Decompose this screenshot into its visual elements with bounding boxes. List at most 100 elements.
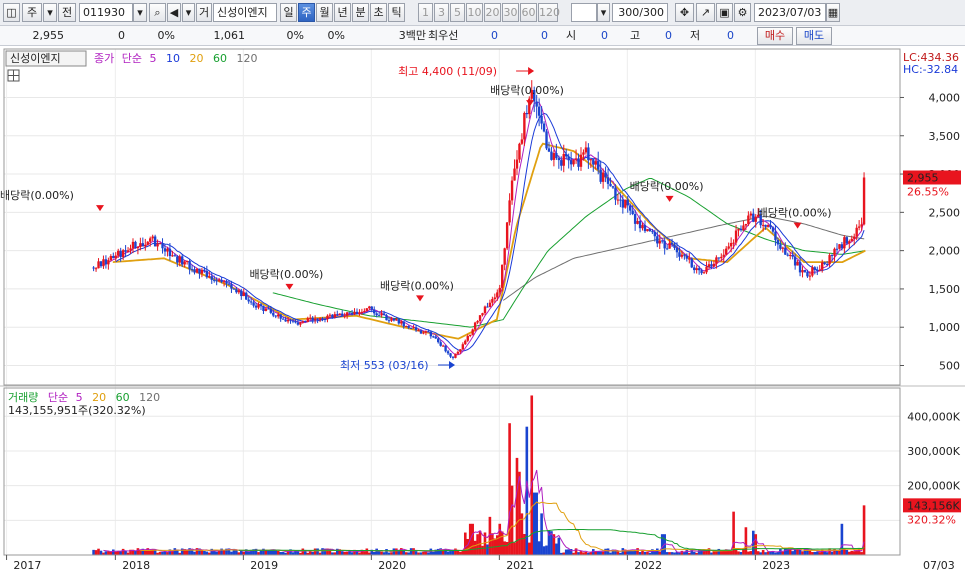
custom-interval-input[interactable] xyxy=(571,3,597,22)
buy-button[interactable]: 매수 xyxy=(757,27,793,45)
interval-dropdown-icon[interactable]: ▾ xyxy=(597,3,610,22)
candle-body xyxy=(653,231,657,237)
candle-body xyxy=(222,281,226,283)
candle-body xyxy=(609,183,612,187)
candle-body xyxy=(146,241,149,245)
volume-bar xyxy=(385,549,388,555)
candle-body xyxy=(424,331,428,333)
legend-ma10: 10 xyxy=(166,52,180,65)
candle-body xyxy=(252,302,255,306)
candle-body xyxy=(707,264,711,267)
type-button[interactable]: 거 xyxy=(196,3,212,22)
candle-body xyxy=(185,261,189,263)
candle-body xyxy=(181,256,184,265)
volume-bar xyxy=(636,548,639,555)
candle-body xyxy=(395,319,398,321)
interval-button-5[interactable]: 30 xyxy=(502,3,519,22)
candle-body xyxy=(301,321,305,323)
sell-button[interactable]: 매도 xyxy=(796,27,832,45)
prev-button[interactable]: 전 xyxy=(58,3,76,22)
cross-tool-icon[interactable]: ✥ xyxy=(675,3,694,22)
code-dropdown-icon[interactable]: ▾ xyxy=(133,3,147,22)
candle-body xyxy=(771,227,775,232)
stock-code-input[interactable]: 011930 xyxy=(79,3,133,22)
candle-body xyxy=(855,227,858,237)
volume-value-text: 143,155,951주(320.32%) xyxy=(8,404,146,417)
period-button-4[interactable]: 분 xyxy=(352,3,369,22)
candle-body xyxy=(577,158,580,167)
candle-body xyxy=(806,271,809,277)
candle-body xyxy=(540,115,543,124)
period-button-2[interactable]: 월 xyxy=(316,3,333,22)
speaker-dropdown-icon[interactable]: ▾ xyxy=(182,3,195,22)
search-icon[interactable]: ⌕ xyxy=(149,3,166,22)
ex-dividend-label: 배당락(0.00%) xyxy=(630,180,704,193)
market-select[interactable]: 주 xyxy=(22,3,42,22)
candle-body xyxy=(92,267,95,269)
interval-button-2[interactable]: 5 xyxy=(450,3,465,22)
period-button-1[interactable]: 주 xyxy=(298,3,315,22)
candle-body xyxy=(739,228,743,231)
candle-body xyxy=(469,334,472,336)
interval-button-7[interactable]: 120 xyxy=(538,3,560,22)
candle-body xyxy=(446,351,450,354)
x-tick-label: 07/03 xyxy=(923,559,955,572)
draw-tool-icon[interactable]: ↗ xyxy=(696,3,715,22)
period-button-5[interactable]: 초 xyxy=(370,3,387,22)
candle-body xyxy=(779,244,782,249)
period-button-3[interactable]: 년 xyxy=(334,3,351,22)
period-button-0[interactable]: 일 xyxy=(280,3,297,22)
interval-button-3[interactable]: 10 xyxy=(466,3,483,22)
period-button-6[interactable]: 틱 xyxy=(388,3,405,22)
volume-pct-1: 0% xyxy=(286,29,304,42)
candle-body xyxy=(547,148,551,152)
candle-body xyxy=(277,314,280,317)
candle-body xyxy=(505,222,509,249)
market-dropdown-icon[interactable]: ▾ xyxy=(43,3,57,22)
candle-body xyxy=(254,305,258,308)
legend-ma60: 60 xyxy=(213,52,227,65)
interval-button-6[interactable]: 60 xyxy=(520,3,537,22)
volume-bar xyxy=(99,550,103,555)
calendar-icon[interactable]: ▦ xyxy=(826,3,840,22)
volume-bar xyxy=(134,550,137,555)
candle-body xyxy=(97,261,100,269)
candle-body xyxy=(247,299,250,302)
chart-menu-icon[interactable]: ◫ xyxy=(3,3,20,22)
x-tick-label: 2022 xyxy=(634,559,662,572)
speaker-icon[interactable]: ◀ xyxy=(167,3,181,22)
stock-chart[interactable]: 최고 4,400 (11/09) 최저 553 (03/16) 배당락(0.00%)… xyxy=(0,47,965,576)
candle-body xyxy=(208,276,211,278)
candle-body xyxy=(306,318,309,323)
interval-button-0[interactable]: 1 xyxy=(418,3,433,22)
save-icon[interactable]: ▣ xyxy=(716,3,733,22)
candle-body xyxy=(232,288,236,290)
candle-body xyxy=(857,226,861,228)
volume-bar xyxy=(486,544,489,555)
candle-body xyxy=(323,319,327,321)
candle-body xyxy=(230,284,233,289)
volume-bar xyxy=(473,540,477,555)
low-annotation: 최저 553 (03/16) xyxy=(340,359,429,372)
candle-body xyxy=(432,336,435,338)
candle-body xyxy=(156,243,159,247)
best-label: 최우선 xyxy=(428,29,459,42)
date-input[interactable]: 2023/07/03 xyxy=(754,3,826,22)
candle-body xyxy=(493,297,497,300)
candle-body xyxy=(720,256,723,259)
current-price: 2,955 xyxy=(32,29,65,42)
interval-button-1[interactable]: 3 xyxy=(434,3,449,22)
high-label: 고 xyxy=(630,29,641,42)
volume-bar xyxy=(274,550,278,555)
candle-body xyxy=(567,156,570,161)
candle-body xyxy=(195,268,199,273)
gear-icon[interactable]: ⚙ xyxy=(734,3,751,22)
candle-body xyxy=(774,231,777,240)
volume-bar xyxy=(537,541,541,555)
candle-body xyxy=(670,242,674,245)
candle-body xyxy=(380,313,383,316)
interval-button-4[interactable]: 20 xyxy=(484,3,501,22)
candle-body xyxy=(188,261,191,270)
count-input[interactable]: 300/300 xyxy=(612,3,668,22)
candle-body xyxy=(668,242,671,249)
